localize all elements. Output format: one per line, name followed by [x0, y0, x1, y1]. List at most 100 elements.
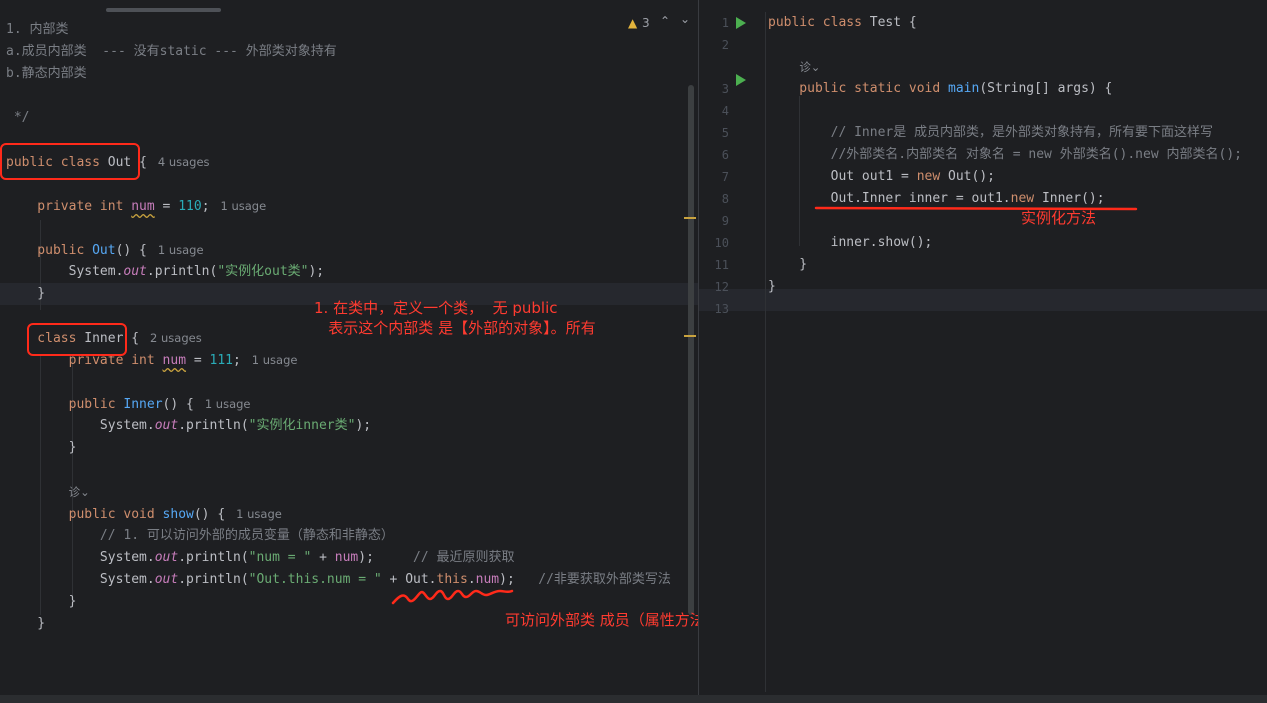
bottom-scrollbar-strip[interactable]	[0, 695, 1267, 703]
code-line[interactable]: System.out.println("num = " + num); // 最…	[6, 547, 515, 569]
code-token: }	[6, 594, 77, 609]
current-line-highlight	[699, 289, 1267, 311]
code-token: () {	[115, 243, 147, 258]
code-line[interactable]: }	[768, 276, 776, 298]
inlay-hint[interactable]: 2 usages	[139, 331, 202, 345]
code-token: public	[6, 243, 93, 258]
left-editor-pane[interactable]: 1. 内部类 a.成员内部类 --- 没有static --- 外部类对象持有 b.…	[0, 0, 698, 703]
code-token: private int	[6, 199, 132, 214]
code-token: System.	[6, 572, 155, 587]
code-line[interactable]: */	[6, 107, 30, 129]
code-token: out	[154, 550, 179, 565]
code-line[interactable]: 诊⌄	[768, 56, 820, 78]
warning-icon[interactable]: ▲	[628, 16, 637, 30]
horizontal-scroll-thumb[interactable]	[106, 8, 221, 12]
code-token: ;	[233, 353, 241, 368]
code-token: "实例化inner类"	[248, 418, 356, 433]
inlay-hint[interactable]: 诊⌄	[799, 60, 820, 74]
instantiation-annotation: 实例化方法	[1021, 209, 1097, 227]
code-token: {	[908, 15, 917, 30]
code-token: public static void	[768, 81, 949, 96]
code-token: "num = "	[248, 550, 312, 565]
code-token: }	[6, 616, 46, 631]
code-line[interactable]: System.out.println("实例化out类");	[6, 261, 325, 283]
outer-member-annotation: 可访问外部类 成员（属性方法）	[505, 611, 698, 629]
code-token: }	[6, 440, 77, 455]
run-main-icon[interactable]	[736, 74, 746, 86]
code-line[interactable]: inner.show();	[768, 232, 933, 254]
warning-marker[interactable]	[684, 335, 696, 337]
code-line[interactable]: public Inner() { 1 usage	[6, 393, 251, 415]
previous-highlight-icon[interactable]: ⌃	[660, 14, 670, 28]
next-highlight-icon[interactable]: ⌄	[680, 12, 690, 26]
run-class-icon[interactable]	[736, 17, 746, 29]
inlay-hint[interactable]: 1 usage	[225, 507, 282, 521]
code-token: // 1. 可以访问外部的成员变量（静态和非静态）	[6, 528, 394, 543]
code-token: );	[355, 418, 372, 433]
code-token: // 最近原则获取	[413, 550, 515, 565]
code-line[interactable]: }	[6, 591, 77, 613]
code-token: () {	[162, 397, 194, 412]
inlay-hint[interactable]: 1 usage	[147, 243, 204, 257]
line-number: 9	[721, 214, 729, 228]
inlay-hint[interactable]: 4 usages	[147, 155, 210, 169]
code-token: */	[6, 110, 30, 125]
code-token: .println(	[178, 418, 249, 433]
code-token: public	[6, 397, 124, 412]
inlay-hint[interactable]: 1 usage	[210, 199, 266, 213]
line-number: 7	[721, 170, 729, 184]
gutter-separator	[765, 12, 766, 692]
inspection-count[interactable]: 3	[642, 16, 650, 30]
code-token: out	[123, 264, 147, 279]
code-line[interactable]: b.静态内部类	[6, 63, 87, 85]
code-line[interactable]: 诊⌄	[6, 481, 90, 503]
line-number: 5	[721, 126, 729, 140]
right-editor-pane[interactable]: 1 2 3 4 5 6 7 8 9 10 11 12 13 public class Test { 诊⌄…	[699, 0, 1267, 703]
code-token: =	[154, 199, 179, 214]
code-line[interactable]: public class Test {	[768, 12, 917, 34]
code-token: }	[768, 257, 808, 272]
code-token: a.成员内部类 --- 没有static --- 外部类对象持有	[6, 44, 337, 59]
line-number: 8	[721, 192, 729, 206]
code-line[interactable]: a.成员内部类 --- 没有static --- 外部类对象持有	[6, 41, 337, 63]
code-token: .println(	[178, 572, 249, 587]
code-token: (String[] args) {	[979, 81, 1113, 96]
code-token: 111	[209, 353, 233, 368]
code-line[interactable]: }	[6, 283, 45, 305]
code-line[interactable]: }	[768, 254, 807, 276]
code-line[interactable]: 1. 内部类	[6, 19, 68, 41]
line-number: 12	[714, 280, 729, 294]
inlay-hint[interactable]: 诊⌄	[69, 485, 90, 499]
code-token: "实例化out类"	[217, 264, 309, 279]
code-line[interactable]: System.out.println("Out.this.num = " + O…	[6, 569, 671, 591]
vertical-scrollbar[interactable]	[688, 85, 694, 615]
code-token: public void	[6, 507, 163, 522]
line-number: 2	[721, 38, 729, 52]
code-line[interactable]: // 1. 可以访问外部的成员变量（静态和非静态）	[6, 525, 394, 547]
code-token: Inner	[123, 397, 163, 412]
code-token: main	[948, 81, 980, 96]
code-token: Out out1 =	[768, 169, 917, 184]
code-line[interactable]: System.out.println("实例化inner类");	[6, 415, 371, 437]
code-token: ;	[201, 199, 210, 214]
code-line[interactable]: }	[6, 437, 77, 459]
warning-marker[interactable]	[684, 217, 696, 219]
inlay-hint[interactable]: 1 usage	[194, 397, 251, 411]
code-token: );	[308, 264, 325, 279]
code-line[interactable]: private int num = 110; 1 usage	[6, 195, 266, 217]
code-line[interactable]: Out out1 = new Out();	[768, 166, 995, 188]
code-token: System.	[6, 550, 155, 565]
code-line[interactable]: public Out() { 1 usage	[6, 239, 204, 261]
code-token: "Out.this.num = "	[248, 572, 382, 587]
code-line[interactable]: public void show() { 1 usage	[6, 503, 282, 525]
code-line[interactable]: //外部类名.内部类名 对象名 = new 外部类名().new 内部类名();	[768, 144, 1242, 166]
code-token: out	[154, 418, 179, 433]
code-line[interactable]: }	[6, 613, 45, 635]
code-token: // Inner是 成员内部类，是外部类对象持有，所有要下面这样写	[768, 125, 1214, 140]
inlay-hint[interactable]: 1 usage	[241, 353, 298, 367]
code-line[interactable]: // Inner是 成员内部类，是外部类对象持有，所有要下面这样写	[768, 122, 1213, 144]
line-number: 3	[721, 82, 729, 96]
code-line[interactable]: public static void main(String[] args) {	[768, 78, 1112, 100]
